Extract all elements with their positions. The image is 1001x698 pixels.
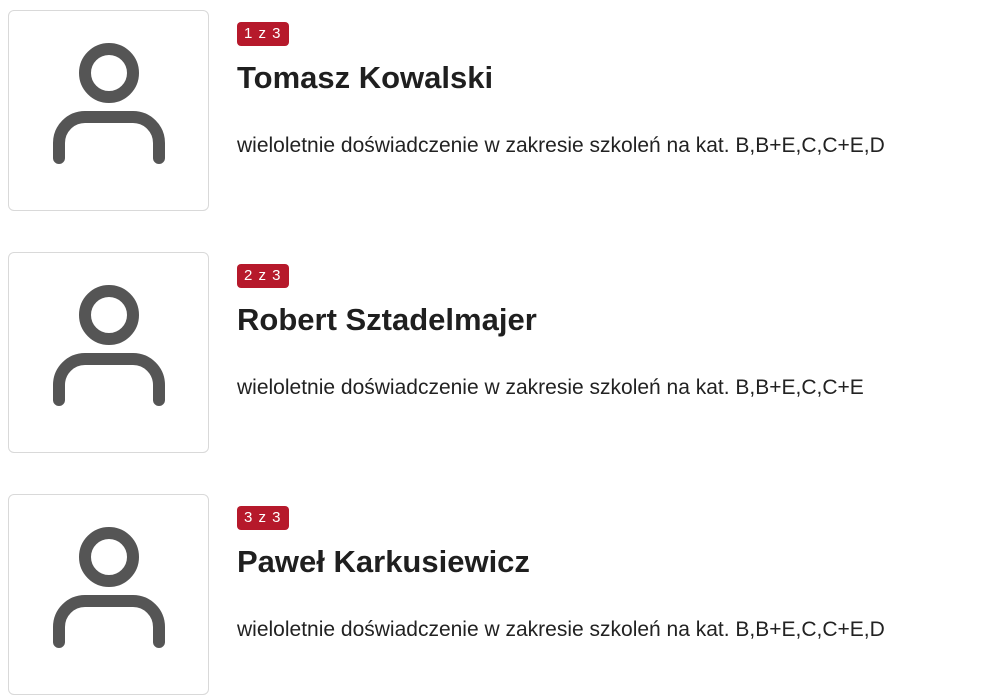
instructor-description: wieloletnie doświadczenie w zakresie szk… [237, 134, 885, 157]
slide-counter-badge: 3 z 3 [237, 506, 289, 530]
instructor-name: Paweł Karkusiewicz [237, 544, 530, 579]
instructor-item: 1 z 3 Tomasz Kowalski wieloletnie doświa… [0, 10, 1001, 214]
instructor-name: Robert Sztadelmajer [237, 302, 537, 337]
slide-counter-badge: 1 z 3 [237, 22, 289, 46]
instructor-photo [8, 494, 209, 695]
user-icon [53, 43, 165, 164]
slide-counter-badge: 2 z 3 [237, 264, 289, 288]
user-icon [53, 285, 165, 406]
instructor-item: 2 z 3 Robert Sztadelmajer wieloletnie do… [0, 252, 1001, 456]
user-icon [53, 527, 165, 648]
instructor-description: wieloletnie doświadczenie w zakresie szk… [237, 618, 885, 641]
instructor-photo [8, 10, 209, 211]
instructor-photo [8, 252, 209, 453]
instructor-description: wieloletnie doświadczenie w zakresie szk… [237, 376, 864, 399]
instructor-item: 3 z 3 Paweł Karkusiewicz wieloletnie doś… [0, 494, 1001, 698]
instructor-name: Tomasz Kowalski [237, 60, 494, 95]
